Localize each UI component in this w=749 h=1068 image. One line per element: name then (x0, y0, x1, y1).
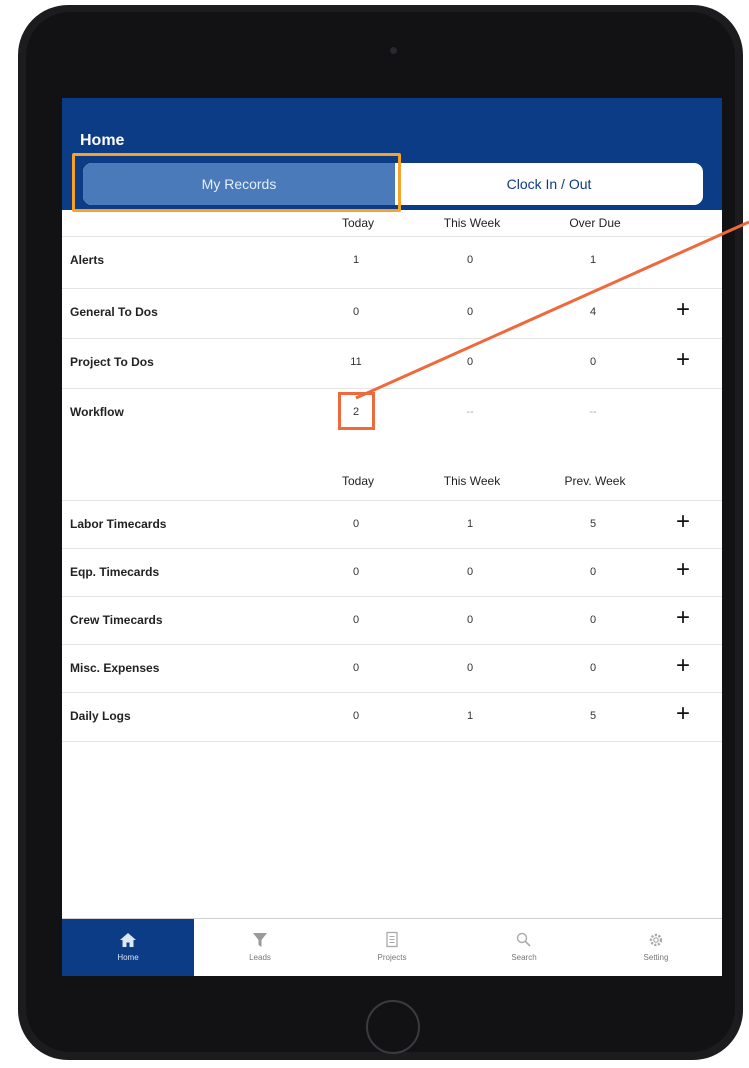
row-label: General To Dos (70, 305, 158, 319)
col-header-this-week: This Week (443, 474, 501, 488)
workflow-week-value: -- (466, 406, 474, 418)
dailylogs-prevweek-value[interactable]: 5 (590, 710, 596, 722)
app-header: Home My Records Clock In / Out (62, 98, 722, 212)
home-icon (120, 933, 136, 947)
row-label: Labor Timecards (70, 517, 167, 531)
callout-highlight-workflow (338, 392, 375, 430)
bottom-tab-bar: Home Leads Projects Search Setting (62, 918, 722, 976)
eqp-week-value[interactable]: 0 (467, 566, 473, 578)
timecards-header-row: Today This Week Prev. Week (62, 468, 722, 494)
add-daily-log-button[interactable]: + (676, 701, 690, 727)
row-label: Crew Timecards (70, 613, 163, 627)
project-todos-today-value[interactable]: 11 (350, 356, 361, 368)
tab-projects[interactable]: Projects (326, 919, 458, 976)
crew-prevweek-value[interactable]: 0 (590, 614, 596, 626)
add-eqp-timecard-button[interactable]: + (676, 557, 690, 583)
front-camera (390, 47, 397, 54)
eqp-today-value[interactable]: 0 (353, 566, 359, 578)
labor-week-value[interactable]: 1 (467, 518, 473, 530)
project-todos-overdue-value[interactable]: 0 (590, 356, 596, 368)
tab-label: Home (117, 953, 139, 962)
row-general-to-dos[interactable]: General To Dos 0 0 4 + (62, 288, 722, 337)
row-project-to-dos[interactable]: Project To Dos 11 0 0 + (62, 338, 722, 387)
col-header-over-due: Over Due (569, 216, 621, 230)
misc-week-value[interactable]: 0 (467, 662, 473, 674)
labor-prevweek-value[interactable]: 5 (590, 518, 596, 530)
add-project-todo-button[interactable]: + (676, 347, 690, 373)
row-misc-expenses[interactable]: Misc. Expenses 0 0 0 + (62, 644, 722, 693)
tab-label: Leads (249, 953, 271, 962)
tab-label: Projects (377, 953, 407, 962)
app-screen: Home My Records Clock In / Out Today Thi… (62, 98, 722, 976)
tab-clock-in-out[interactable]: Clock In / Out (395, 163, 703, 205)
add-general-todo-button[interactable]: + (676, 297, 690, 323)
misc-prevweek-value[interactable]: 0 (590, 662, 596, 674)
search-icon (516, 932, 531, 947)
col-header-prev-week: Prev. Week (564, 474, 626, 488)
project-todos-week-value[interactable]: 0 (467, 356, 473, 368)
row-daily-logs[interactable]: Daily Logs 0 1 5 + (62, 692, 722, 742)
alerts-overdue-value[interactable]: 1 (590, 254, 596, 266)
crew-week-value[interactable]: 0 (467, 614, 473, 626)
dailylogs-week-value[interactable]: 1 (467, 710, 473, 722)
gear-icon (649, 933, 663, 947)
row-alerts[interactable]: Alerts 1 0 1 (62, 236, 722, 285)
row-label: Workflow (70, 405, 124, 419)
workflow-overdue-value: -- (589, 406, 597, 418)
col-header-this-week: This Week (443, 216, 501, 230)
crew-today-value[interactable]: 0 (353, 614, 359, 626)
alerts-today-value[interactable]: 1 (353, 254, 359, 266)
col-header-today: Today (341, 216, 375, 230)
add-labor-timecard-button[interactable]: + (676, 509, 690, 535)
general-todos-today-value[interactable]: 0 (353, 306, 359, 318)
col-header-today: Today (341, 474, 375, 488)
tab-setting[interactable]: Setting (590, 919, 722, 976)
tab-search[interactable]: Search (458, 919, 590, 976)
row-eqp-timecards[interactable]: Eqp. Timecards 0 0 0 + (62, 548, 722, 597)
device-home-button[interactable] (366, 1000, 420, 1054)
misc-today-value[interactable]: 0 (353, 662, 359, 674)
page-title: Home (80, 132, 125, 149)
row-labor-timecards[interactable]: Labor Timecards 0 1 5 + (62, 500, 722, 549)
highlight-my-records (72, 153, 401, 212)
tab-leads[interactable]: Leads (194, 919, 326, 976)
labor-today-value[interactable]: 0 (353, 518, 359, 530)
alerts-week-value[interactable]: 0 (467, 254, 473, 266)
row-label: Project To Dos (70, 355, 154, 369)
dailylogs-today-value[interactable]: 0 (353, 710, 359, 722)
row-workflow[interactable]: Workflow 2 -- -- (62, 388, 722, 435)
tab-label: Search (511, 953, 537, 962)
eqp-prevweek-value[interactable]: 0 (590, 566, 596, 578)
row-label: Eqp. Timecards (70, 565, 160, 579)
tab-home[interactable]: Home (62, 919, 194, 976)
row-label: Misc. Expenses (70, 661, 160, 675)
records-header-row: Today This Week Over Due (62, 210, 722, 236)
projects-icon (386, 931, 398, 948)
add-misc-expense-button[interactable]: + (676, 653, 690, 679)
general-todos-week-value[interactable]: 0 (467, 306, 473, 318)
row-crew-timecards[interactable]: Crew Timecards 0 0 0 + (62, 596, 722, 645)
row-label: Daily Logs (70, 709, 131, 723)
row-label: Alerts (70, 253, 105, 267)
general-todos-overdue-value[interactable]: 4 (590, 306, 596, 318)
tab-label: Setting (643, 953, 669, 962)
add-crew-timecard-button[interactable]: + (676, 605, 690, 631)
funnel-icon (253, 933, 267, 947)
